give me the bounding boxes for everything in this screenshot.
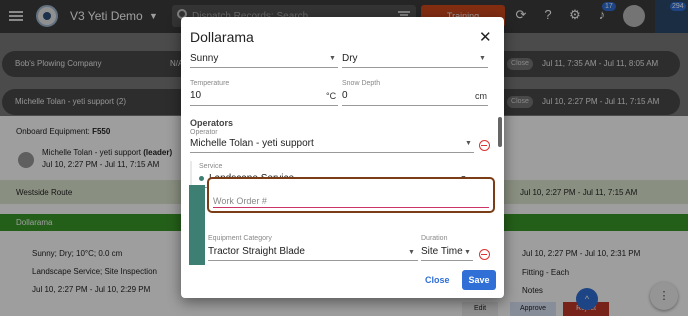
divider bbox=[190, 67, 338, 68]
status-dot-icon bbox=[199, 176, 204, 181]
service-color-bar bbox=[189, 185, 205, 265]
caret-down-icon[interactable]: ▼ bbox=[465, 140, 472, 147]
dialog-footer: Close Save bbox=[181, 265, 504, 298]
divider bbox=[342, 105, 488, 106]
weather-select[interactable]: Sunny bbox=[190, 53, 218, 64]
work-order-field bbox=[207, 177, 495, 213]
close-icon[interactable]: ✕ bbox=[479, 28, 492, 46]
service-label: Service bbox=[199, 163, 223, 170]
scroll-thumb[interactable] bbox=[498, 117, 502, 147]
divider bbox=[190, 152, 474, 153]
surface-select[interactable]: Dry bbox=[342, 53, 358, 64]
operator-select[interactable]: Michelle Tolan - yeti support bbox=[190, 138, 314, 149]
divider bbox=[190, 105, 338, 106]
work-order-input[interactable] bbox=[213, 194, 489, 208]
equipment-category-select[interactable]: Tractor Straight Blade bbox=[208, 246, 305, 257]
dialog-scrollbar[interactable] bbox=[498, 57, 502, 257]
remove-equipment-icon[interactable] bbox=[479, 249, 490, 260]
divider bbox=[208, 260, 418, 261]
remove-operator-icon[interactable] bbox=[479, 140, 490, 151]
temperature-label: Temperature bbox=[190, 80, 230, 87]
close-button[interactable]: Close bbox=[425, 275, 450, 285]
equipment-category-label: Equipment Category bbox=[208, 235, 272, 242]
duration-label: Duration bbox=[421, 235, 448, 242]
operator-label: Operator bbox=[190, 129, 218, 136]
save-button[interactable]: Save bbox=[462, 270, 496, 290]
temperature-unit: °C bbox=[326, 91, 337, 101]
temperature-input[interactable]: 10 bbox=[190, 90, 201, 101]
snow-depth-input[interactable]: 0 bbox=[342, 90, 348, 101]
edit-record-dialog: Dollarama ✕ Sunny ▼ Dry ▼ Temperature 10… bbox=[181, 17, 504, 298]
snow-depth-unit: cm bbox=[475, 91, 487, 101]
caret-down-icon[interactable]: ▼ bbox=[329, 55, 336, 62]
divider bbox=[342, 67, 488, 68]
caret-down-icon[interactable]: ▼ bbox=[479, 55, 486, 62]
duration-select[interactable]: Site Time bbox=[421, 246, 463, 257]
divider bbox=[421, 260, 473, 261]
snow-depth-label: Snow Depth bbox=[342, 80, 381, 87]
dialog-body: Sunny ▼ Dry ▼ Temperature 10 °C Snow Dep… bbox=[181, 49, 504, 265]
caret-down-icon[interactable]: ▼ bbox=[464, 249, 471, 256]
caret-down-icon[interactable]: ▼ bbox=[408, 249, 415, 256]
operators-heading: Operators bbox=[190, 118, 234, 128]
dialog-title: Dollarama bbox=[190, 29, 254, 45]
